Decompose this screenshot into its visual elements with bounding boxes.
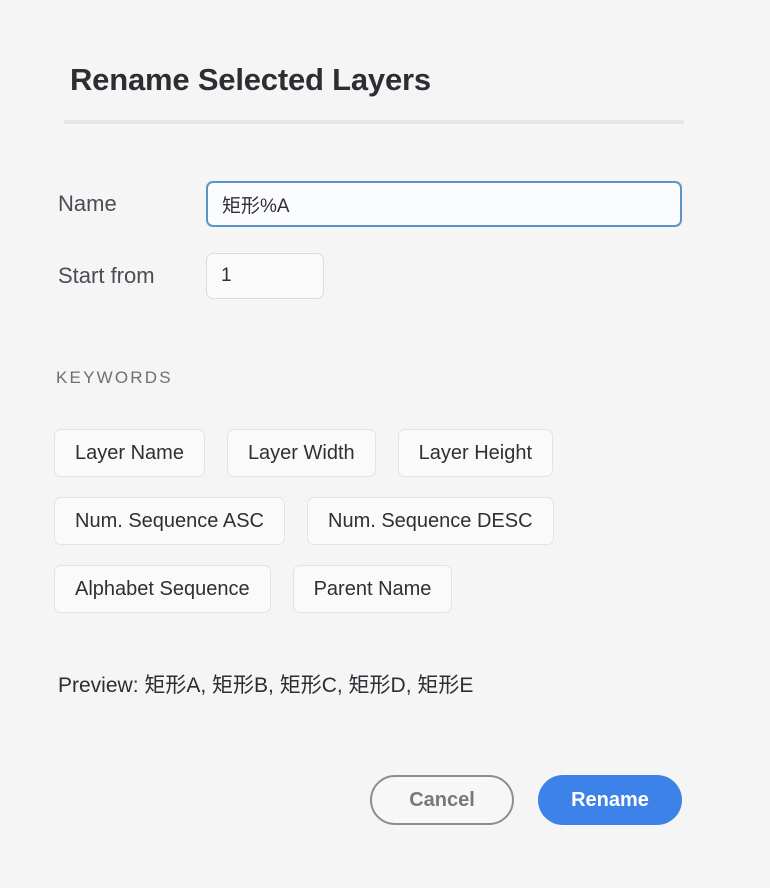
keywords-row-1: Layer Name Layer Width Layer Height: [54, 429, 694, 477]
keyword-num-sequence-asc-button[interactable]: Num. Sequence ASC: [54, 497, 285, 545]
rename-button[interactable]: Rename: [538, 775, 682, 825]
cancel-button[interactable]: Cancel: [370, 775, 514, 825]
name-field-row: Name: [58, 181, 682, 227]
name-field-label: Name: [58, 191, 117, 216]
keywords-list: Layer Name Layer Width Layer Height Num.…: [54, 429, 694, 633]
start-from-field-row: Start from: [58, 253, 458, 299]
preview-text: Preview: 矩形A, 矩形B, 矩形C, 矩形D, 矩形E: [58, 674, 474, 697]
name-input[interactable]: [206, 181, 682, 227]
keyword-alphabet-sequence-button[interactable]: Alphabet Sequence: [54, 565, 271, 613]
keyword-layer-name-button[interactable]: Layer Name: [54, 429, 205, 477]
keyword-layer-width-button[interactable]: Layer Width: [226, 429, 376, 477]
keyword-layer-height-button[interactable]: Layer Height: [397, 429, 554, 477]
keywords-row-3: Alphabet Sequence Parent Name: [54, 565, 694, 613]
title-divider: [64, 120, 684, 124]
dialog-footer: Cancel Rename: [0, 775, 770, 825]
keyword-parent-name-button[interactable]: Parent Name: [292, 565, 453, 613]
start-from-input[interactable]: [206, 253, 324, 299]
page-title: Rename Selected Layers: [70, 62, 431, 97]
keywords-row-2: Num. Sequence ASC Num. Sequence DESC: [54, 497, 694, 545]
start-from-field-label: Start from: [58, 263, 155, 288]
keyword-num-sequence-desc-button[interactable]: Num. Sequence DESC: [307, 497, 554, 545]
rename-layers-dialog: Rename Selected Layers Name Start from K…: [0, 0, 770, 888]
keywords-heading: KEYWORDS: [56, 368, 173, 387]
